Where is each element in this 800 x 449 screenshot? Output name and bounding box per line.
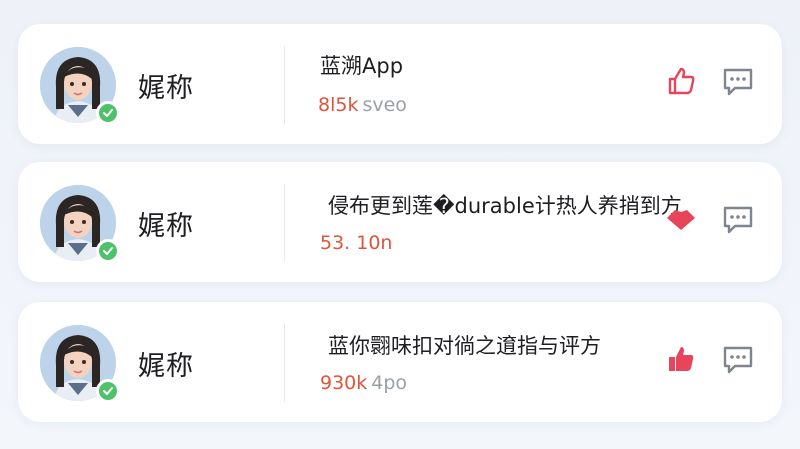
comment-button[interactable] [718, 62, 758, 100]
avatar[interactable] [40, 47, 120, 125]
comment-button[interactable] [718, 200, 758, 238]
avatar[interactable] [40, 325, 120, 403]
user-name[interactable]: 娓称 [138, 204, 194, 243]
post-title[interactable]: 侵布更到莲�durable计热人养捎到方 [328, 190, 682, 220]
comment-icon [723, 68, 753, 96]
post-list: 娓称 蓝溯App 8l5k sveo 娓称 侵布更到莲�durable计热人养捎… [0, 0, 800, 449]
check-icon [103, 247, 113, 255]
check-icon [103, 109, 113, 117]
divider [284, 46, 285, 124]
stat-count: 53. 10n [320, 232, 393, 254]
post-stats: 8l5k sveo [318, 94, 407, 116]
divider [284, 324, 285, 402]
check-icon [103, 387, 113, 395]
stat-count: 8l5k [318, 94, 359, 116]
stat-meta: 4po [371, 372, 408, 394]
post-title[interactable]: 蓝溯App [320, 50, 403, 80]
post-card[interactable]: 娓称 蓝溯App 8l5k sveo [18, 24, 782, 144]
verified-badge [96, 379, 120, 403]
thumbs-up-outline-icon [668, 67, 695, 95]
post-stats: 53. 10n [320, 232, 396, 254]
like-button[interactable] [662, 340, 700, 378]
user-name[interactable]: 娓称 [138, 344, 194, 383]
post-title[interactable]: 蓝你翾味扣对徜之逳指与评方 [328, 330, 601, 360]
comment-icon [723, 206, 753, 234]
post-card[interactable]: 娓称 蓝你翾味扣对徜之逳指与评方 930k 4po [18, 302, 782, 422]
like-button[interactable] [662, 62, 700, 100]
stat-count: 930k [320, 372, 368, 394]
comment-button[interactable] [718, 340, 758, 378]
comment-icon [723, 346, 753, 374]
thumbs-up-filled-icon [669, 347, 694, 371]
avatar[interactable] [40, 185, 120, 263]
user-name[interactable]: 娓称 [138, 66, 194, 105]
post-stats: 930k 4po [320, 372, 407, 394]
like-button[interactable] [662, 200, 700, 238]
verified-badge [96, 239, 120, 263]
heart-filled-icon [667, 210, 695, 230]
post-card[interactable]: 娓称 侵布更到莲�durable计热人养捎到方 53. 10n [18, 162, 782, 282]
divider [284, 184, 285, 262]
stat-meta: sveo [362, 94, 407, 116]
verified-badge [96, 101, 120, 125]
